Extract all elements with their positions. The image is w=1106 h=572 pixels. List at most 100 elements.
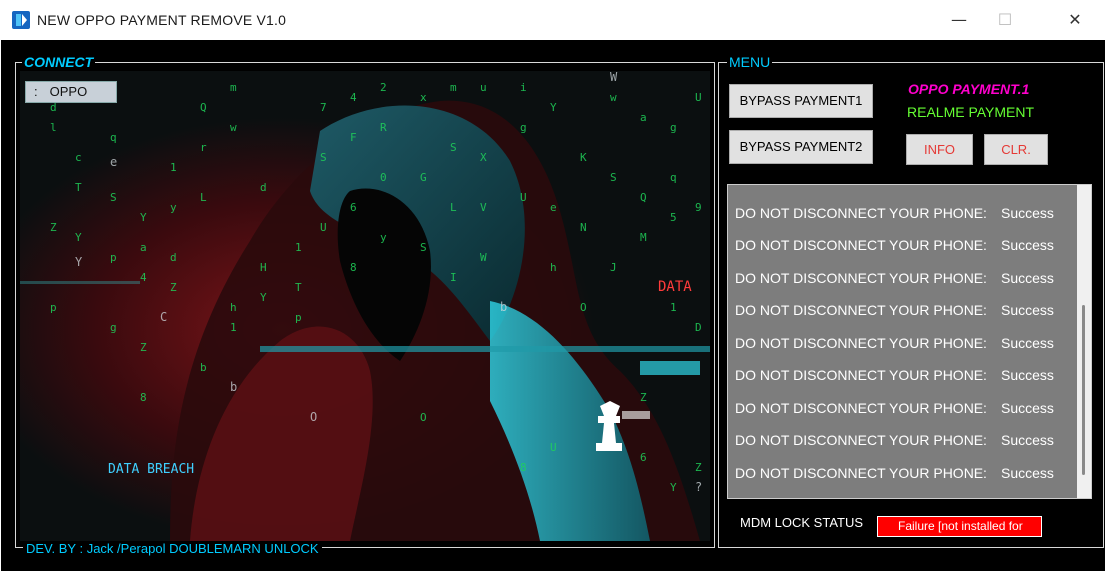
bypass-payment1-button[interactable]: BYPASS PAYMENT1	[729, 84, 873, 118]
realme-payment-label: REALME PAYMENT	[907, 104, 1035, 120]
svg-text:h: h	[230, 301, 237, 314]
svg-text:l: l	[50, 121, 57, 134]
svg-text:R: R	[380, 121, 387, 134]
svg-text:g: g	[520, 121, 527, 134]
data-breach-overlay-text: DATA BREACH	[108, 462, 194, 477]
svg-text:?: ?	[695, 480, 702, 494]
svg-text:p: p	[295, 311, 302, 324]
svg-text:a: a	[140, 241, 147, 254]
svg-text:Y: Y	[550, 101, 557, 114]
svg-text:K: K	[580, 151, 587, 164]
svg-text:T: T	[295, 281, 302, 294]
svg-text:M: M	[640, 231, 647, 244]
oppo-payment-label: OPPO PAYMENT.1	[908, 81, 1030, 97]
svg-text:g: g	[670, 121, 677, 134]
svg-text:I: I	[450, 271, 457, 284]
svg-text:U: U	[550, 441, 557, 454]
svg-text:O: O	[580, 301, 587, 314]
log-scrollbar[interactable]	[1077, 185, 1091, 498]
minimize-button[interactable]: —	[936, 0, 982, 40]
svg-text:8: 8	[350, 261, 357, 274]
close-button[interactable]: ✕	[1052, 0, 1098, 40]
app-logo-icon	[12, 11, 30, 29]
clear-button[interactable]: CLR.	[984, 134, 1048, 165]
svg-text:b: b	[500, 300, 507, 314]
title-bar: NEW OPPO PAYMENT REMOVE V1.0 — ☐ ✕	[0, 0, 1106, 40]
data-overlay-text: DATA	[658, 279, 692, 295]
log-message: DO NOT DISCONNECT YOUR PHONE	[735, 270, 984, 286]
svg-text:Z: Z	[640, 391, 647, 404]
svg-text:W: W	[480, 251, 487, 264]
log-status: Success	[1001, 237, 1054, 253]
svg-text:S: S	[420, 241, 427, 254]
svg-text:y: y	[380, 231, 387, 244]
log-message: DO NOT DISCONNECT YOUR PHONE	[735, 237, 984, 253]
developer-credit: DEV. BY : Jack /Perapol DOUBLEMARN UNLOC…	[23, 541, 322, 556]
svg-text:r: r	[200, 141, 207, 154]
log-separator: :	[983, 432, 987, 448]
log-message: DO NOT DISCONNECT YOUR PHONE	[735, 335, 984, 351]
svg-text:Z: Z	[50, 221, 57, 234]
log-separator: :	[983, 270, 987, 286]
log-separator: :	[983, 400, 987, 416]
log-status: Success	[1001, 335, 1054, 351]
svg-text:D: D	[695, 321, 702, 334]
svg-text:w: w	[230, 121, 237, 134]
svg-text:e: e	[550, 201, 557, 214]
svg-text:G: G	[420, 171, 427, 184]
svg-text:y: y	[170, 201, 177, 214]
bypass-payment2-button[interactable]: BYPASS PAYMENT2	[729, 130, 873, 164]
svg-text:m: m	[450, 81, 457, 94]
oppo-device-button[interactable]: : OPPO	[25, 81, 117, 103]
svg-text:U: U	[695, 91, 702, 104]
svg-text:F: F	[350, 131, 357, 144]
svg-text:x: x	[420, 91, 427, 104]
svg-text:4: 4	[350, 91, 357, 104]
svg-text:5: 5	[670, 211, 677, 224]
svg-text:u: u	[480, 81, 487, 94]
svg-text:Q: Q	[640, 191, 647, 204]
log-row: DO NOT DISCONNECT YOUR PHONE: Success	[735, 237, 1054, 257]
svg-text:1: 1	[295, 241, 302, 254]
svg-text:N: N	[580, 221, 587, 234]
svg-text:q: q	[670, 171, 677, 184]
svg-text:d: d	[170, 251, 177, 264]
svg-text:S: S	[450, 141, 457, 154]
svg-text:7: 7	[320, 101, 327, 114]
svg-text:Y: Y	[75, 231, 82, 244]
svg-text:W: W	[610, 71, 618, 84]
svg-text:J: J	[610, 261, 617, 274]
log-status: Success	[1001, 367, 1054, 383]
svg-text:Y: Y	[670, 481, 677, 494]
connect-legend: CONNECT	[22, 54, 96, 70]
main-window: CONNECT d l Z p c T Y q S p g Y a 4 Z 8 …	[1, 40, 1105, 571]
svg-text:4: 4	[140, 271, 147, 284]
log-message: DO NOT DISCONNECT YOUR PHONE	[735, 432, 984, 448]
menu-legend: MENU	[727, 54, 773, 70]
log-message: DO NOT DISCONNECT YOUR PHONE	[735, 205, 984, 221]
info-button[interactable]: INFO	[906, 134, 973, 165]
svg-text:Y: Y	[75, 255, 83, 269]
svg-text:C: C	[160, 310, 167, 324]
log-separator: :	[983, 465, 987, 481]
svg-text:2: 2	[380, 81, 387, 94]
svg-text:6: 6	[640, 451, 647, 464]
log-message: DO NOT DISCONNECT YOUR PHONE	[735, 367, 984, 383]
svg-text:Y: Y	[260, 291, 267, 304]
log-output[interactable]: DO NOT DISCONNECT YOUR PHONE: Success DO …	[727, 184, 1092, 499]
mdm-lock-status-label: MDM LOCK STATUS	[740, 515, 864, 530]
svg-text:e: e	[110, 155, 117, 169]
maximize-button[interactable]: ☐	[982, 0, 1028, 40]
svg-text:S: S	[610, 171, 617, 184]
svg-text:X: X	[480, 151, 487, 164]
svg-text:L: L	[200, 191, 207, 204]
svg-text:8: 8	[520, 461, 527, 474]
hacker-background-image: dlZp cTY hqSpg Ya4Z8 1ydZ QrLb mwh1 dHY …	[20, 71, 710, 541]
log-message: DO NOT DISCONNECT YOUR PHONE	[735, 465, 984, 481]
log-scrollbar-thumb[interactable]	[1082, 305, 1085, 475]
svg-text:i: i	[520, 81, 527, 94]
svg-text:Z: Z	[170, 281, 177, 294]
svg-text:Z: Z	[140, 341, 147, 354]
log-status: Success	[1001, 432, 1054, 448]
log-message: DO NOT DISCONNECT YOUR PHONE	[735, 400, 984, 416]
